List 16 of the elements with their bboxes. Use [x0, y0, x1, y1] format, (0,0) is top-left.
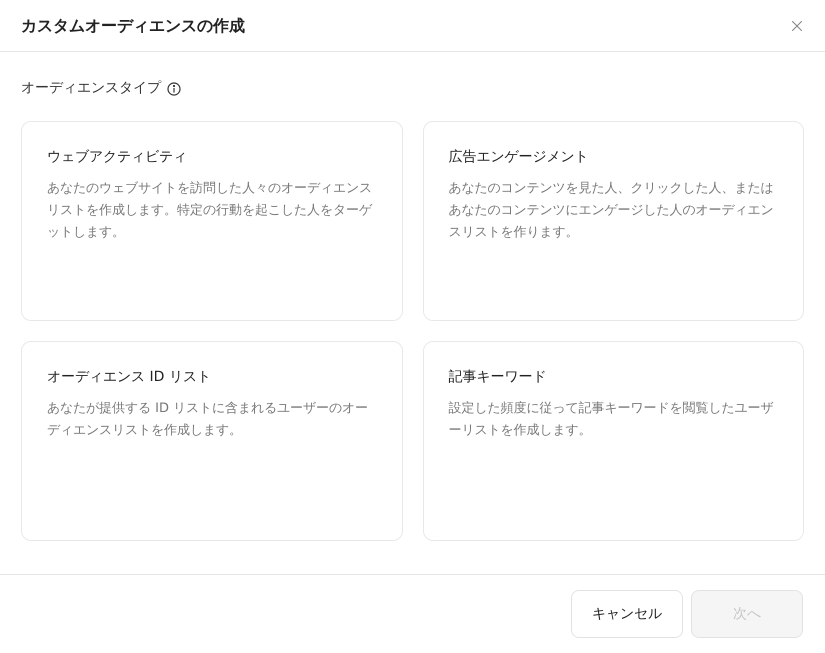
- option-card[interactable]: 広告エンゲージメント あなたのコンテンツを見た人、クリックした人、またはあなたのコンテンツにエンゲージした人のオーディエンスリストを作ります。: [422, 121, 804, 321]
- option-title: オーディエンス ID リスト: [47, 368, 212, 387]
- option-card[interactable]: オーディエンス ID リスト あなたが提供する ID リストに含まれるユーザーのオーディエンスリストを作成します。: [21, 341, 402, 541]
- section-label: オーディエンスタイプ: [21, 79, 161, 98]
- option-card[interactable]: ウェブアクティビティ あなたのウェブサイトを訪問した人々のオーディエンスリストを作成します。特定の行動を起こした人をターゲットします。: [21, 121, 402, 321]
- dialog-title: カスタムオーディエンスの作成: [21, 14, 245, 36]
- info-icon: [167, 82, 181, 96]
- option-description: あなたが提供する ID リストに含まれるユーザーのオーディエンスリストを作成します。: [47, 400, 370, 440]
- option-title: 広告エンゲージメント: [448, 148, 590, 167]
- option-description: あなたのウェブサイトを訪問した人々のオーディエンスリストを作成します。特定の行動を起こした人をターゲットします。: [47, 180, 374, 242]
- option-description: 設定した頻度に従って記事キーワードを閲覧したユーザーリストを作成します。: [448, 400, 774, 440]
- option-description: あなたのコンテンツを見た人、クリックした人、またはあなたのコンテンツにエンゲージした人のオーディエンスリストを作ります。: [448, 180, 774, 242]
- cancel-button[interactable]: キャンセル: [571, 590, 683, 638]
- option-title: 記事キーワード: [448, 368, 548, 387]
- option-card[interactable]: 記事キーワード 設定した頻度に従って記事キーワードを閲覧したユーザーリストを作成します。: [422, 341, 804, 541]
- option-title: ウェブアクティビティ: [47, 148, 188, 167]
